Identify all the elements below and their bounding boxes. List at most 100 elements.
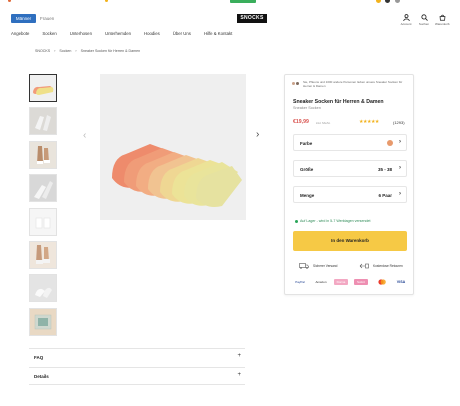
breadcrumb-socken[interactable]: Socken bbox=[59, 49, 71, 53]
main-product-image[interactable] bbox=[100, 74, 246, 220]
klarna-icon: Klarna bbox=[334, 279, 348, 285]
flag-icon bbox=[395, 0, 400, 3]
plus-icon: + bbox=[237, 372, 241, 378]
faq-accordion[interactable]: FAQ + bbox=[29, 348, 245, 366]
product-subtitle: Sneaker Socken bbox=[293, 106, 321, 110]
thumbnail-3[interactable] bbox=[29, 140, 57, 169]
color-swatch-icon bbox=[387, 140, 393, 146]
model-photo-image bbox=[30, 108, 56, 135]
model-photo-image bbox=[30, 275, 56, 302]
returns-badge: Kostenlose Retouren bbox=[353, 261, 408, 271]
account-label: Account bbox=[400, 22, 412, 26]
thumbnail-8[interactable] bbox=[29, 307, 57, 336]
stock-status: Auf Lager - wird in 5-7 Werktagen versen… bbox=[295, 219, 370, 223]
gender-men-button[interactable]: Männer bbox=[11, 14, 36, 23]
thumbnail-5[interactable] bbox=[29, 207, 57, 236]
account-button[interactable]: Account bbox=[399, 14, 413, 26]
chevron-right-icon: › bbox=[399, 165, 401, 171]
product-title: Sneaker Socken für Herren & Damen bbox=[293, 99, 384, 105]
socks-fan-image bbox=[30, 75, 56, 101]
nav-item-angebote[interactable]: Angebote bbox=[11, 31, 29, 36]
nav-item-hoodies[interactable]: Hoodies bbox=[144, 31, 160, 36]
main-nav: Angebote Socken Unterhosen Unterhemden H… bbox=[11, 31, 245, 36]
add-to-cart-button[interactable]: In den Warenkorb bbox=[293, 231, 407, 251]
nav-item-ueber-uns[interactable]: Über Uns bbox=[173, 31, 191, 36]
chevron-right-icon: › bbox=[399, 139, 401, 145]
cart-button[interactable]: Warenkorb bbox=[435, 14, 450, 26]
size-option[interactable]: Größe 35 - 38 › bbox=[293, 160, 407, 177]
thumbnail-1[interactable] bbox=[29, 74, 57, 102]
details-title: Details bbox=[34, 374, 49, 379]
stock-text: Auf Lager - wird in 5-7 Werktagen versen… bbox=[300, 219, 371, 223]
chevron-right-icon: › bbox=[399, 191, 401, 197]
search-label: Suchen bbox=[418, 22, 430, 26]
product-photo-image bbox=[30, 208, 56, 235]
socks-fan-image bbox=[100, 74, 246, 220]
truck-icon bbox=[299, 263, 309, 269]
nav-item-socken[interactable]: Socken bbox=[42, 31, 56, 36]
product-panel: Sie, Pfleuns und 1000 andere Personen li… bbox=[284, 74, 414, 295]
shipping-text: Sicherer Versand bbox=[313, 264, 338, 268]
shipping-badge: Sicherer Versand bbox=[293, 261, 348, 271]
quantity-value: 6 Paar bbox=[378, 192, 392, 198]
breadcrumb: SNOCKS › Socken › Sneaker Socken für Her… bbox=[35, 49, 143, 53]
trustpilot-badge bbox=[230, 0, 256, 3]
thumbnail-4[interactable] bbox=[29, 174, 57, 203]
breadcrumb-separator: › bbox=[75, 49, 77, 53]
model-photo-image bbox=[30, 141, 56, 168]
avatar bbox=[295, 81, 300, 86]
top-utility-bar bbox=[0, 0, 460, 5]
thumbnail-2[interactable] bbox=[29, 107, 57, 136]
rating-stars[interactable]: ★★★★★ bbox=[359, 119, 379, 125]
packaging-photo-image bbox=[30, 308, 56, 335]
cart-icon bbox=[439, 14, 445, 21]
breadcrumb-current: Sneaker Socken für Herren & Damen bbox=[80, 49, 141, 53]
next-image-arrow-icon[interactable]: › bbox=[256, 130, 259, 140]
plus-icon: + bbox=[237, 353, 241, 359]
mastercard-icon bbox=[377, 279, 387, 285]
size-value: 35 - 38 bbox=[377, 166, 392, 172]
return-box-icon bbox=[359, 263, 369, 269]
details-accordion[interactable]: Details + bbox=[29, 367, 245, 385]
snocks-logo[interactable]: SNOCKS bbox=[237, 14, 267, 23]
model-photo-image bbox=[30, 175, 56, 202]
vat-note: inkl. MwSt. bbox=[316, 120, 331, 125]
cart-label: Warenkorb bbox=[435, 22, 450, 26]
nav-item-unterhemden[interactable]: Unterhemden bbox=[105, 31, 131, 36]
service-badges: Sicherer Versand Kostenlose Retouren bbox=[293, 261, 407, 271]
sofort-icon: Sofort bbox=[354, 279, 368, 285]
nav-item-hilfe-kontakt[interactable]: Hilfe & Kontakt bbox=[204, 31, 232, 36]
social-proof-text: Sie, Pfleuns und 1000 andere Personen li… bbox=[303, 80, 403, 88]
product-price: €19,99 bbox=[293, 119, 309, 125]
in-stock-dot-icon bbox=[295, 219, 298, 223]
model-photo-image bbox=[30, 241, 56, 268]
flag-de-icon bbox=[376, 0, 381, 3]
quantity-label: Menge bbox=[300, 192, 315, 198]
quantity-option[interactable]: Menge 6 Paar › bbox=[293, 186, 407, 203]
info-dot-icon bbox=[8, 0, 11, 2]
breadcrumb-home[interactable]: SNOCKS bbox=[35, 49, 50, 53]
search-icon bbox=[420, 14, 428, 21]
flag-icon bbox=[385, 0, 390, 3]
visa-icon: VISA bbox=[396, 280, 406, 284]
returns-text: Kostenlose Retouren bbox=[373, 264, 403, 268]
star-dot-icon bbox=[105, 0, 108, 2]
nav-item-unterhosen[interactable]: Unterhosen bbox=[70, 31, 92, 36]
paypal-icon: PayPal bbox=[295, 280, 305, 284]
amazon-pay-icon: Amazon bbox=[315, 280, 327, 284]
avatar-group bbox=[291, 81, 303, 86]
review-count[interactable]: (1293) bbox=[393, 120, 405, 125]
breadcrumb-separator: › bbox=[54, 49, 56, 53]
faq-title: FAQ bbox=[34, 355, 44, 360]
account-icon bbox=[402, 14, 410, 21]
thumbnail-list bbox=[29, 74, 57, 341]
search-button[interactable]: Suchen bbox=[417, 14, 431, 26]
thumbnail-7[interactable] bbox=[29, 274, 57, 303]
color-label: Farbe bbox=[300, 140, 313, 146]
gender-women-link[interactable]: Frauen bbox=[40, 14, 54, 23]
prev-image-arrow-icon[interactable]: ‹ bbox=[83, 131, 86, 141]
size-label: Größe bbox=[300, 166, 314, 172]
payment-methods: PayPal Amazon Klarna Sofort VISA bbox=[294, 279, 408, 287]
thumbnail-6[interactable] bbox=[29, 240, 57, 269]
color-option[interactable]: Farbe › bbox=[293, 134, 407, 151]
